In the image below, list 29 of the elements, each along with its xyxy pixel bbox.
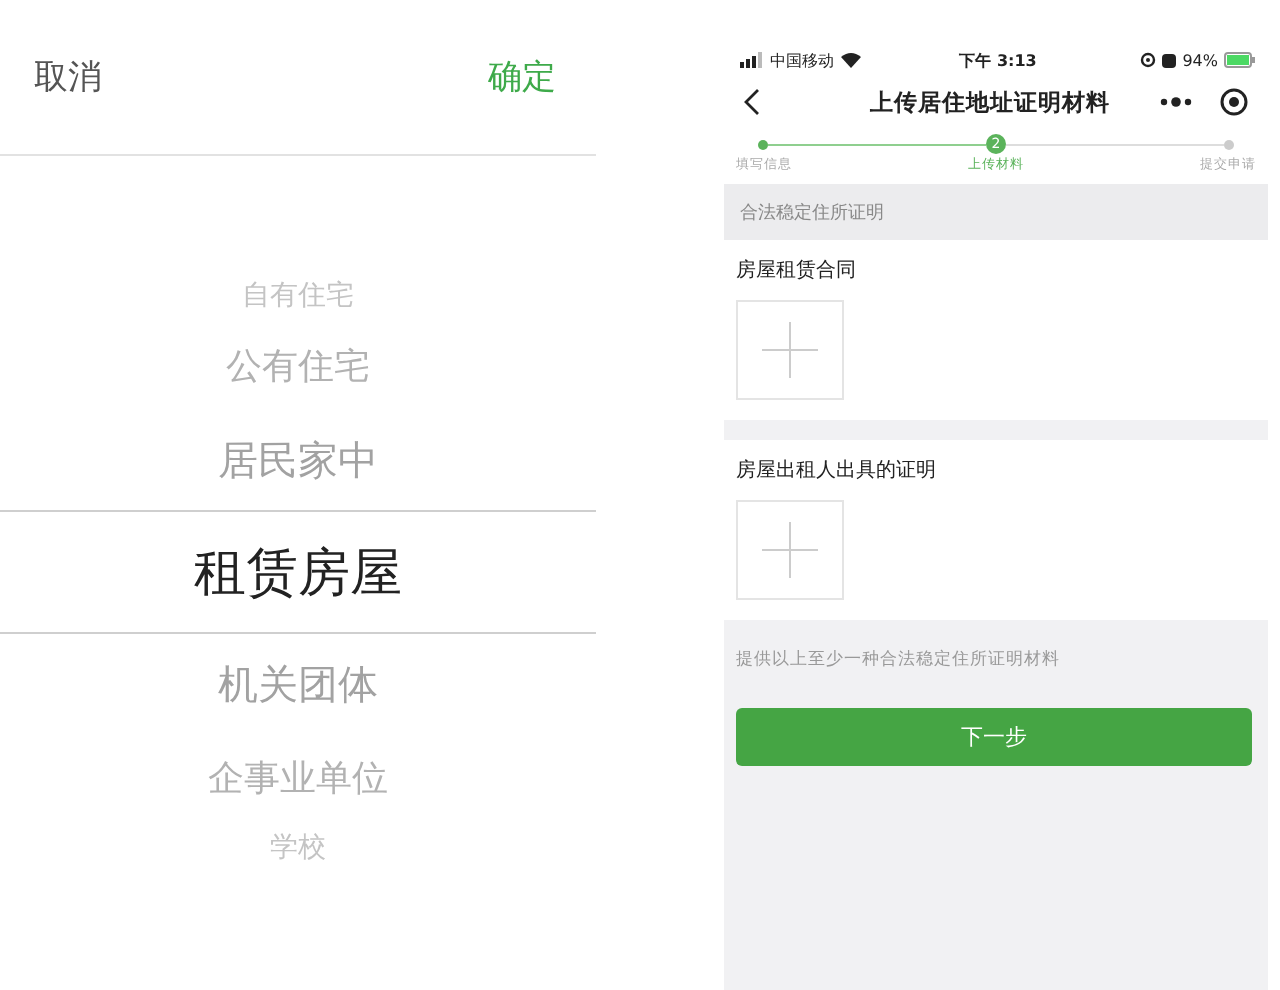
cancel-button[interactable]: 取消	[34, 54, 102, 100]
confirm-button[interactable]: 确定	[488, 54, 556, 100]
lock-rotation-icon	[1140, 52, 1157, 68]
wifi-icon	[840, 52, 862, 68]
section-header: 合法稳定住所证明	[724, 184, 1268, 240]
hint-text: 提供以上至少一种合法稳定住所证明材料	[736, 648, 1062, 672]
picker-option[interactable]: 公有住宅	[226, 322, 370, 410]
upload-label: 房屋租赁合同	[736, 257, 858, 284]
page-title: 上传居住地址证明材料	[870, 87, 1110, 117]
plus-icon	[762, 322, 818, 378]
upload-label: 房屋出租人出具的证明	[736, 457, 938, 484]
picker-option[interactable]: 企事业单位	[208, 734, 388, 822]
close-miniprogram-icon[interactable]	[1220, 88, 1248, 116]
picker-option[interactable]: 学校	[270, 822, 326, 874]
picker-option[interactable]: 自有住宅	[242, 270, 354, 322]
picker-option[interactable]: 机关团体	[218, 634, 378, 734]
picker-option[interactable]: 居民家中	[218, 410, 378, 510]
carrier-name: 中国移动	[770, 49, 834, 71]
next-step-button[interactable]: 下一步	[736, 708, 1252, 766]
step-dot	[1224, 139, 1234, 149]
back-icon[interactable]	[744, 88, 760, 116]
plus-icon	[762, 522, 818, 578]
battery-icon	[1224, 52, 1256, 68]
picker-option[interactable]: 租赁房屋	[0, 510, 596, 634]
more-icon[interactable]	[1160, 96, 1192, 108]
battery-percent: 94%	[1182, 51, 1218, 69]
signal-icon	[740, 52, 764, 68]
step-dot	[758, 139, 768, 149]
status-time: 下午 3:13	[959, 49, 1037, 71]
